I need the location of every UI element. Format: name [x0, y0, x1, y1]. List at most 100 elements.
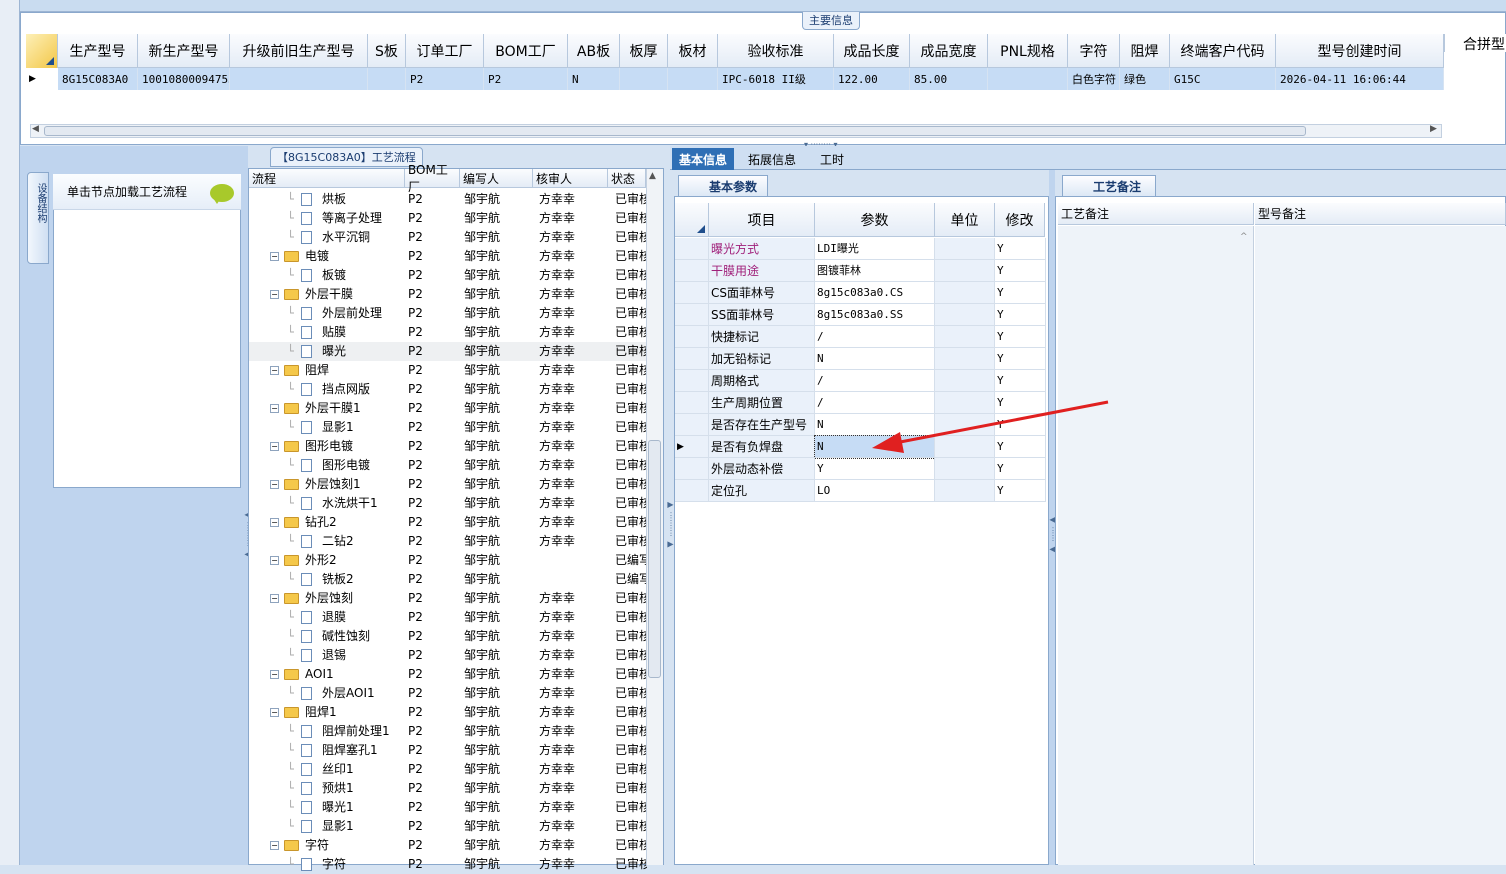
expand-minus-icon[interactable]: − [270, 399, 279, 418]
tab-extended-info[interactable]: 拓展信息 [742, 148, 802, 170]
tree-row[interactable]: └ 显影1 P2 邹宇航 方幸幸 已审核 [249, 817, 647, 836]
main-col-header[interactable]: 终端客户代码 [1170, 34, 1276, 68]
tree-row[interactable]: └ 退膜 P2 邹宇航 方幸幸 已审核 [249, 608, 647, 627]
tree-row[interactable]: − 阻焊 P2 邹宇航 方幸幸 已审核 [249, 361, 647, 380]
param-modify[interactable]: Y [995, 304, 1046, 326]
main-cell[interactable]: 85.00 [910, 68, 988, 90]
param-modify[interactable]: Y [995, 326, 1046, 348]
tree-row[interactable]: └ 阻焊塞孔1 P2 邹宇航 方幸幸 已审核 [249, 741, 647, 760]
params-col-header[interactable]: 项目 [709, 203, 815, 237]
param-value[interactable]: 8g15c083a0.CS [815, 282, 935, 304]
param-modify[interactable]: Y [995, 458, 1046, 480]
expand-minus-icon[interactable]: − [270, 361, 279, 380]
main-col-header[interactable]: 验收标准 [718, 34, 834, 68]
main-col-header[interactable]: 板厚 [620, 34, 668, 68]
tree-row[interactable]: └ 水平沉铜 P2 邹宇航 方幸幸 已审核 [249, 228, 647, 247]
scroll-up-icon[interactable]: ▲ [649, 171, 656, 181]
tab-work-hours[interactable]: 工时 [812, 148, 852, 170]
expand-minus-icon[interactable]: − [270, 475, 279, 494]
expand-minus-icon[interactable]: − [270, 703, 279, 722]
main-cell[interactable] [988, 68, 1068, 90]
tree-row[interactable]: − 阻焊1 P2 邹宇航 方幸幸 已审核 [249, 703, 647, 722]
main-col-header[interactable]: 新生产型号 [138, 34, 230, 68]
main-cell[interactable]: P2 [484, 68, 568, 90]
expand-minus-icon[interactable]: − [270, 551, 279, 570]
tree-row[interactable]: − 图形电镀 P2 邹宇航 方幸幸 已审核 [249, 437, 647, 456]
model-remark-field[interactable] [1255, 226, 1506, 865]
expand-minus-icon[interactable]: − [270, 589, 279, 608]
params-row[interactable]: ▶ 是否有负焊盘 N Y [675, 435, 1046, 459]
param-value[interactable]: N [815, 414, 935, 436]
main-cell[interactable] [368, 68, 406, 90]
tree-row[interactable]: − AOI1 P2 邹宇航 方幸幸 已审核 [249, 665, 647, 684]
tree-vscroll-thumb[interactable] [648, 440, 661, 678]
tree-row[interactable]: └ 板镀 P2 邹宇航 方幸幸 已审核 [249, 266, 647, 285]
expand-minus-icon[interactable]: − [270, 437, 279, 456]
expand-minus-icon[interactable]: − [270, 285, 279, 304]
main-cell[interactable] [230, 68, 368, 90]
main-col-header[interactable]: PNL规格 [988, 34, 1068, 68]
param-modify[interactable]: Y [995, 238, 1046, 260]
params-row[interactable]: 曝光方式 LDI曝光 Y [675, 238, 1046, 260]
tree-row[interactable]: − 外层蚀刻1 P2 邹宇航 方幸幸 已审核 [249, 475, 647, 494]
tree-col-header[interactable]: 状态 [608, 169, 646, 188]
remark-scroll-up-icon[interactable]: ^ [1240, 232, 1248, 242]
params-col-header[interactable]: 参数 [815, 203, 935, 237]
tree-row[interactable]: − 外层干膜1 P2 邹宇航 方幸幸 已审核 [249, 399, 647, 418]
tree-row[interactable]: └ 水洗烘干1 P2 邹宇航 方幸幸 已审核 [249, 494, 647, 513]
param-modify[interactable]: Y [995, 282, 1046, 304]
main-cell[interactable]: IPC-6018 II级 [718, 68, 834, 90]
params-row[interactable]: 干膜用途 图镀菲林 Y [675, 260, 1046, 282]
params-row[interactable]: 快捷标记 / Y [675, 326, 1046, 348]
params-row[interactable]: 是否存在生产型号 N Y [675, 414, 1046, 436]
params-col-header[interactable]: 单位 [935, 203, 995, 237]
tree-row[interactable]: └ 退锡 P2 邹宇航 方幸幸 已审核 [249, 646, 647, 665]
tree-row[interactable]: − 外层蚀刻 P2 邹宇航 方幸幸 已审核 [249, 589, 647, 608]
tree-row[interactable]: − 外形2 P2 邹宇航 已编写 [249, 551, 647, 570]
param-modify[interactable]: Y [995, 436, 1046, 458]
tab-basic-info[interactable]: 基本信息 [672, 148, 734, 170]
tree-row[interactable]: └ 曝光 P2 邹宇航 方幸幸 已审核 [249, 342, 647, 361]
main-col-header[interactable]: 生产型号 [58, 34, 138, 68]
tree-row[interactable]: − 电镀 P2 邹宇航 方幸幸 已审核 [249, 247, 647, 266]
main-col-header[interactable]: 字符 [1068, 34, 1120, 68]
param-modify[interactable]: Y [995, 260, 1046, 282]
expand-minus-icon[interactable]: − [270, 513, 279, 532]
main-col-header[interactable]: 订单工厂 [406, 34, 484, 68]
main-cell[interactable] [668, 68, 718, 90]
param-value[interactable]: 图镀菲林 [815, 260, 935, 282]
tree-row[interactable]: − 钻孔2 P2 邹宇航 方幸幸 已审核 [249, 513, 647, 532]
tree-row[interactable]: └ 铣板2 P2 邹宇航 已编写 [249, 570, 647, 589]
param-value[interactable]: N [815, 348, 935, 370]
param-modify[interactable]: Y [995, 370, 1046, 392]
main-hscroll-thumb[interactable] [44, 126, 1306, 136]
tree-row[interactable]: └ 外层前处理 P2 邹宇航 方幸幸 已审核 [249, 304, 647, 323]
tree-row[interactable]: └ 阻焊前处理1 P2 邹宇航 方幸幸 已审核 [249, 722, 647, 741]
tree-row[interactable]: └ 曝光1 P2 邹宇航 方幸幸 已审核 [249, 798, 647, 817]
tree-col-header[interactable]: BOM工厂 [405, 163, 460, 194]
tree-col-header[interactable]: 流程 [249, 169, 405, 188]
param-value[interactable]: / [815, 392, 935, 414]
tree-row[interactable]: └ 预烘1 P2 邹宇航 方幸幸 已审核 [249, 779, 647, 798]
expand-minus-icon[interactable]: − [270, 247, 279, 266]
param-value[interactable]: LO [815, 480, 935, 502]
tree-row[interactable]: └ 烘板 P2 邹宇航 方幸幸 已审核 [249, 190, 647, 209]
param-value[interactable]: N [814, 435, 936, 459]
tree-row[interactable]: └ 丝印1 P2 邹宇航 方幸幸 已审核 [249, 760, 647, 779]
param-value[interactable]: Y [815, 458, 935, 480]
main-cell[interactable]: G15C [1170, 68, 1276, 90]
process-remark-field[interactable] [1058, 226, 1254, 865]
param-modify[interactable]: Y [995, 392, 1046, 414]
param-modify[interactable]: Y [995, 414, 1046, 436]
main-col-header[interactable]: 型号创建时间 [1276, 34, 1444, 68]
main-col-header[interactable]: 升级前旧生产型号 [230, 34, 368, 68]
tree-row[interactable]: └ 图形电镀 P2 邹宇航 方幸幸 已审核 [249, 456, 647, 475]
main-cell[interactable]: P2 [406, 68, 484, 90]
scroll-left-icon[interactable]: ◀ [32, 124, 39, 134]
tree-row[interactable]: └ 贴膜 P2 邹宇航 方幸幸 已审核 [249, 323, 647, 342]
params-row[interactable]: 定位孔 LO Y [675, 480, 1046, 502]
vertical-tab-device[interactable]: 设备结构 [27, 172, 49, 264]
tree-row[interactable]: └ 二钻2 P2 邹宇航 方幸幸 已审核 [249, 532, 647, 551]
params-col-header[interactable]: 修改 [995, 203, 1045, 237]
scroll-right-icon[interactable]: ▶ [1430, 124, 1437, 134]
